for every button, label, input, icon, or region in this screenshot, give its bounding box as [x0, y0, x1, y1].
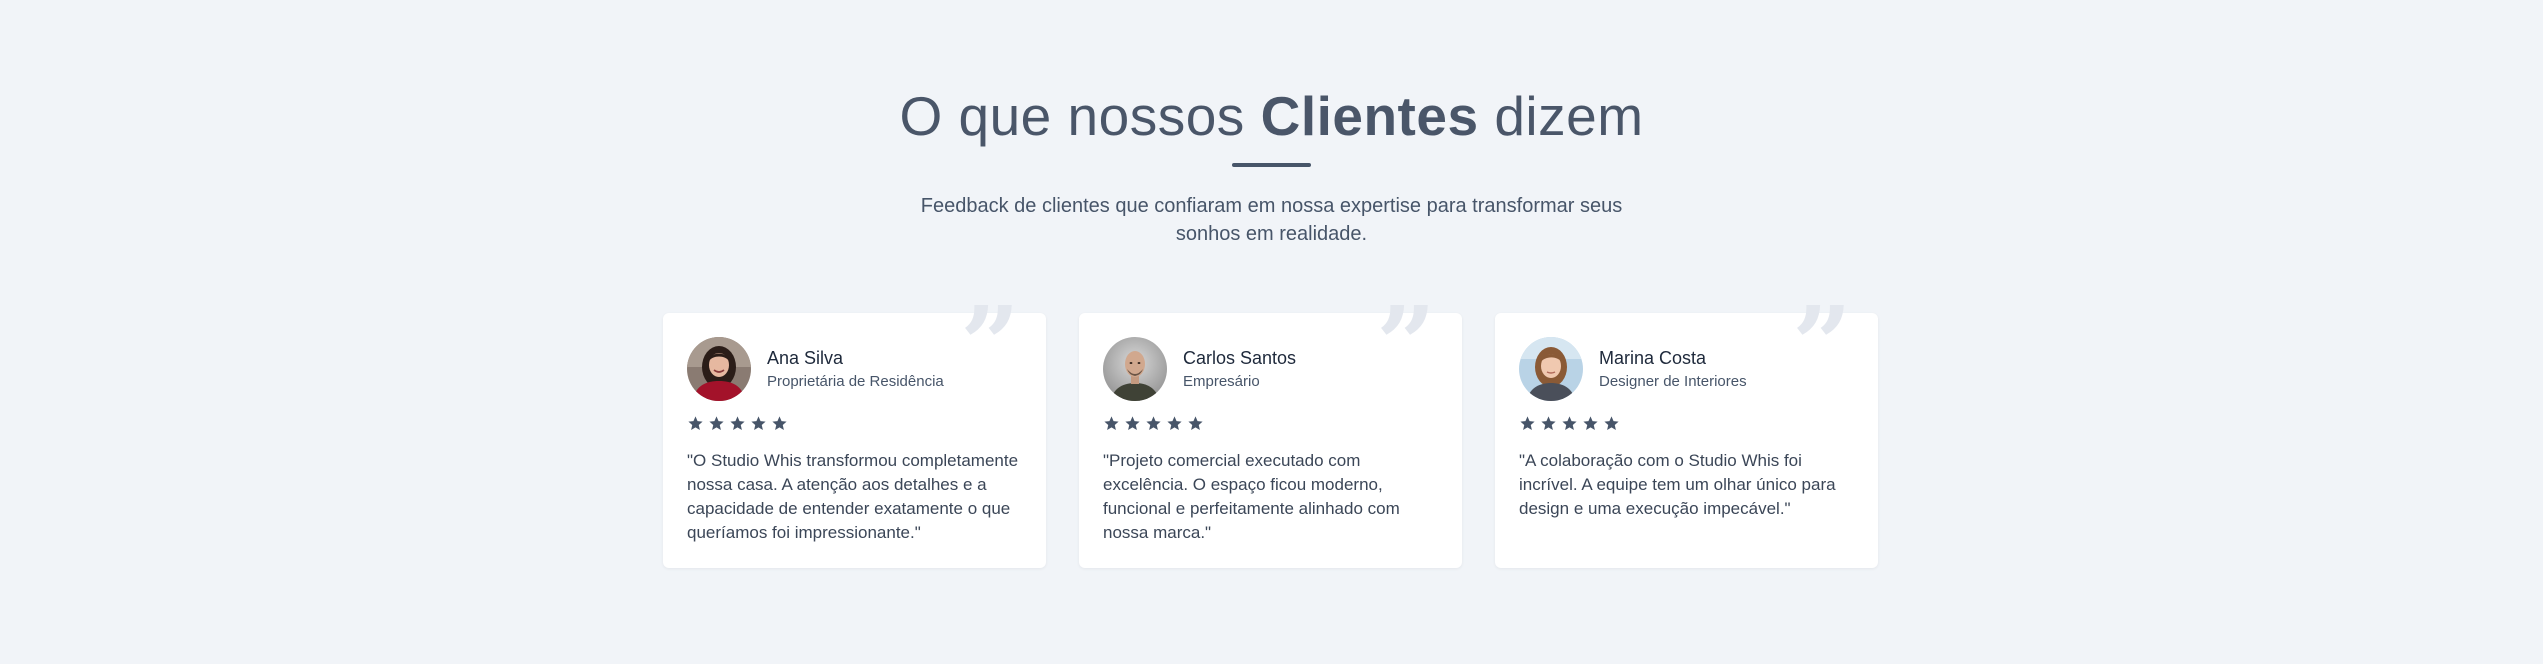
star-icon [1188, 416, 1203, 430]
avatar [687, 337, 751, 401]
testimonial-text: "A colaboração com o Studio Whis foi inc… [1519, 451, 1836, 518]
reviewer-name: Carlos Santos [1183, 348, 1297, 368]
star-icon [1167, 416, 1182, 430]
testimonials-section: O que nossos Clientes dizem Feedback de … [0, 0, 2543, 664]
title-text-pre: O que nossos [899, 85, 1261, 147]
avatar [1103, 337, 1167, 401]
avatar [1519, 337, 1583, 401]
testimonial-text: "O Studio Whis transformou completamente… [687, 451, 1019, 542]
section-subtitle: Feedback de clientes que confiaram em no… [920, 195, 1623, 245]
title-text-post: dizem [1478, 85, 1644, 147]
reviewer-role: Proprietária de Residência [767, 373, 944, 390]
title-text-bold: Clientes [1260, 85, 1479, 147]
reviewer-name: Marina Costa [1599, 348, 1707, 368]
star-icon [1541, 416, 1556, 430]
star-icon [1562, 416, 1577, 430]
star-icon [1604, 416, 1619, 430]
star-icon [688, 416, 703, 430]
star-rating [687, 415, 788, 435]
star-icon [709, 416, 724, 430]
testimonial-card-carlos-santos: ” Carlos Santos Empresário "Projeto come… [1079, 293, 1462, 568]
section-title: O que nossos Clientes dizem [0, 80, 2543, 152]
star-icon [751, 416, 766, 430]
star-icon [1125, 416, 1140, 430]
quote-mark-icon: ” [1376, 283, 1436, 406]
quote-mark-icon: ” [960, 283, 1020, 406]
star-icon [1104, 416, 1119, 430]
quote-mark-icon: ” [1792, 283, 1852, 406]
reviewer-role: Designer de Interiores [1599, 373, 1747, 390]
reviewer-name: Ana Silva [767, 348, 844, 368]
star-rating [1103, 415, 1204, 435]
star-icon [772, 416, 787, 430]
testimonial-card-marina-costa: ” Marina Costa Designer de Interiores "A… [1495, 293, 1878, 568]
star-rating [1519, 415, 1620, 435]
star-icon [1583, 416, 1598, 430]
star-icon [730, 416, 745, 430]
reviewer-role: Empresário [1183, 373, 1260, 390]
star-icon [1146, 416, 1161, 430]
star-icon [1520, 416, 1535, 430]
title-divider [1232, 163, 1311, 167]
testimonial-text: "Projeto comercial executado com excelên… [1103, 451, 1400, 542]
testimonial-card-ana-silva: ” Ana Silva Proprietária de Residência "… [663, 293, 1046, 568]
